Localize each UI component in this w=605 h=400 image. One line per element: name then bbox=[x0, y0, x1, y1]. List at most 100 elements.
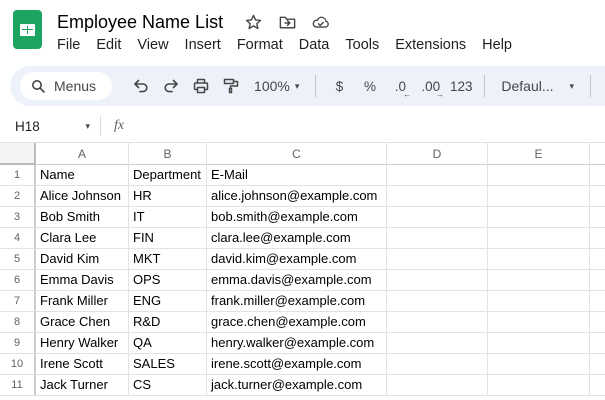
cell-C1[interactable]: E-Mail bbox=[207, 165, 387, 186]
move-to-folder-icon[interactable] bbox=[277, 13, 297, 33]
cell-C6[interactable]: emma.davis@example.com bbox=[207, 270, 387, 291]
select-all-corner[interactable] bbox=[0, 143, 36, 165]
row-header-11[interactable]: 11 bbox=[0, 375, 36, 396]
cell-A11[interactable]: Jack Turner bbox=[36, 375, 129, 396]
decrease-decimals-button[interactable]: .0 ← bbox=[385, 71, 415, 101]
cell-E7[interactable] bbox=[488, 291, 590, 312]
sheets-logo-icon[interactable] bbox=[13, 10, 42, 49]
cell-C3[interactable]: bob.smith@example.com bbox=[207, 207, 387, 228]
cell-C11[interactable]: jack.turner@example.com bbox=[207, 375, 387, 396]
cell-D6[interactable] bbox=[387, 270, 488, 291]
cell-C5[interactable]: david.kim@example.com bbox=[207, 249, 387, 270]
cell-E8[interactable] bbox=[488, 312, 590, 333]
cell-B9[interactable]: QA bbox=[129, 333, 207, 354]
print-icon[interactable] bbox=[186, 71, 216, 101]
star-icon[interactable] bbox=[243, 13, 263, 33]
cell-D10[interactable] bbox=[387, 354, 488, 375]
cell-B4[interactable]: FIN bbox=[129, 228, 207, 249]
cell-B6[interactable]: OPS bbox=[129, 270, 207, 291]
row-header-1[interactable]: 1 bbox=[0, 165, 36, 186]
document-title[interactable]: Employee Name List bbox=[57, 12, 223, 33]
row-header-5[interactable]: 5 bbox=[0, 249, 36, 270]
cell-A1[interactable]: Name bbox=[36, 165, 129, 186]
zoom-select[interactable]: 100% ▾ bbox=[246, 71, 307, 101]
more-formats-button[interactable]: 123 bbox=[446, 71, 476, 101]
cell-B3[interactable]: IT bbox=[129, 207, 207, 228]
format-currency-button[interactable]: $ bbox=[324, 71, 354, 101]
menu-format[interactable]: Format bbox=[229, 34, 291, 56]
cloud-saved-icon[interactable] bbox=[311, 13, 331, 33]
column-header-C[interactable]: C bbox=[207, 143, 387, 165]
cell-D2[interactable] bbox=[387, 186, 488, 207]
row-header-10[interactable]: 10 bbox=[0, 354, 36, 375]
cell-C4[interactable]: clara.lee@example.com bbox=[207, 228, 387, 249]
cell-E6[interactable] bbox=[488, 270, 590, 291]
cell-D5[interactable] bbox=[387, 249, 488, 270]
menus-search-button[interactable]: Menus bbox=[20, 72, 113, 100]
row-header-7[interactable]: 7 bbox=[0, 291, 36, 312]
format-percent-button[interactable]: % bbox=[355, 71, 385, 101]
cell-B5[interactable]: MKT bbox=[129, 249, 207, 270]
row-header-2[interactable]: 2 bbox=[0, 186, 36, 207]
column-header-E[interactable]: E bbox=[488, 143, 590, 165]
row-header-3[interactable]: 3 bbox=[0, 207, 36, 228]
cell-D11[interactable] bbox=[387, 375, 488, 396]
cell-C8[interactable]: grace.chen@example.com bbox=[207, 312, 387, 333]
cell-E10[interactable] bbox=[488, 354, 590, 375]
cell-E4[interactable] bbox=[488, 228, 590, 249]
cell-A5[interactable]: David Kim bbox=[36, 249, 129, 270]
column-header-A[interactable]: A bbox=[36, 143, 129, 165]
cell-D4[interactable] bbox=[387, 228, 488, 249]
menu-help[interactable]: Help bbox=[474, 34, 520, 56]
cell-A3[interactable]: Bob Smith bbox=[36, 207, 129, 228]
cell-D3[interactable] bbox=[387, 207, 488, 228]
row-header-9[interactable]: 9 bbox=[0, 333, 36, 354]
cell-A9[interactable]: Henry Walker bbox=[36, 333, 129, 354]
cell-B1[interactable]: Department bbox=[129, 165, 207, 186]
cell-D9[interactable] bbox=[387, 333, 488, 354]
cell-A7[interactable]: Frank Miller bbox=[36, 291, 129, 312]
row-header-4[interactable]: 4 bbox=[0, 228, 36, 249]
number-format-select[interactable]: Defaul... ▾ bbox=[493, 71, 582, 101]
cell-E11[interactable] bbox=[488, 375, 590, 396]
cell-A6[interactable]: Emma Davis bbox=[36, 270, 129, 291]
cell-A2[interactable]: Alice Johnson bbox=[36, 186, 129, 207]
cell-C9[interactable]: henry.walker@example.com bbox=[207, 333, 387, 354]
cell-B2[interactable]: HR bbox=[129, 186, 207, 207]
column-header-B[interactable]: B bbox=[129, 143, 207, 165]
cell-E3[interactable] bbox=[488, 207, 590, 228]
cell-C7[interactable]: frank.miller@example.com bbox=[207, 291, 387, 312]
cell-D1[interactable] bbox=[387, 165, 488, 186]
cell-A10[interactable]: Irene Scott bbox=[36, 354, 129, 375]
increase-decimals-button[interactable]: .00 → bbox=[416, 71, 446, 101]
cell-A8[interactable]: Grace Chen bbox=[36, 312, 129, 333]
cell-B8[interactable]: R&D bbox=[129, 312, 207, 333]
cell-name-box[interactable]: H18 ▾ bbox=[15, 119, 100, 134]
row-header-6[interactable]: 6 bbox=[0, 270, 36, 291]
menu-view[interactable]: View bbox=[129, 34, 176, 56]
undo-button[interactable] bbox=[126, 71, 156, 101]
cell-D7[interactable] bbox=[387, 291, 488, 312]
menu-edit[interactable]: Edit bbox=[88, 34, 129, 56]
menu-file[interactable]: File bbox=[49, 34, 88, 56]
cell-B10[interactable]: SALES bbox=[129, 354, 207, 375]
menu-tools[interactable]: Tools bbox=[337, 34, 387, 56]
cell-D8[interactable] bbox=[387, 312, 488, 333]
menu-extensions[interactable]: Extensions bbox=[387, 34, 474, 56]
cell-C10[interactable]: irene.scott@example.com bbox=[207, 354, 387, 375]
cell-E9[interactable] bbox=[488, 333, 590, 354]
cell-B11[interactable]: CS bbox=[129, 375, 207, 396]
cell-B7[interactable]: ENG bbox=[129, 291, 207, 312]
cell-C2[interactable]: alice.johnson@example.com bbox=[207, 186, 387, 207]
toolbar-divider bbox=[590, 75, 592, 97]
menu-insert[interactable]: Insert bbox=[177, 34, 229, 56]
paint-format-icon[interactable] bbox=[216, 71, 246, 101]
cell-E5[interactable] bbox=[488, 249, 590, 270]
cell-E2[interactable] bbox=[488, 186, 590, 207]
menu-data[interactable]: Data bbox=[291, 34, 338, 56]
cell-A4[interactable]: Clara Lee bbox=[36, 228, 129, 249]
column-header-D[interactable]: D bbox=[387, 143, 488, 165]
row-header-8[interactable]: 8 bbox=[0, 312, 36, 333]
redo-button[interactable] bbox=[156, 71, 186, 101]
cell-E1[interactable] bbox=[488, 165, 590, 186]
